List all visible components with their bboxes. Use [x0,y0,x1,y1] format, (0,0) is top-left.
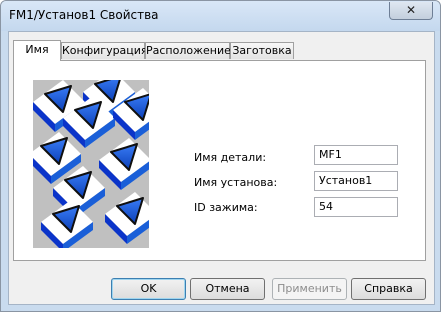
close-icon: ✕ [405,3,417,17]
tab-configuration[interactable]: Конфигурация [61,42,148,59]
help-button[interactable]: Справка [351,278,426,300]
title-bar[interactable]: FM1/Установ1 Свойства ✕ [1,1,440,31]
window-title: FM1/Установ1 Свойства [9,8,159,22]
apply-button[interactable]: Применить [272,278,347,300]
fixture-image [33,80,149,248]
tab-stock[interactable]: Заготовка [230,42,294,59]
clamp-id-field[interactable]: 54 [314,197,398,217]
part-name-label: Имя детали: [194,151,267,164]
properties-dialog: FM1/Установ1 Свойства ✕ Имя Конфигурация… [0,0,441,312]
tab-panel-name: Имя детали: MF1 Имя установа: Установ1 I… [13,60,426,261]
part-name-field[interactable]: MF1 [314,145,398,165]
close-button[interactable]: ✕ [389,2,433,20]
setup-name-label: Имя установа: [194,176,278,189]
tab-location[interactable]: Расположение [145,42,231,59]
dialog-body: Имя Конфигурация Расположение Заготовка [8,31,435,305]
cancel-button[interactable]: Отмена [190,278,265,300]
ok-button[interactable]: OK [111,278,186,300]
setup-name-field[interactable]: Установ1 [314,171,398,191]
tab-name[interactable]: Имя [13,40,61,61]
clamp-id-label: ID зажима: [194,201,258,214]
